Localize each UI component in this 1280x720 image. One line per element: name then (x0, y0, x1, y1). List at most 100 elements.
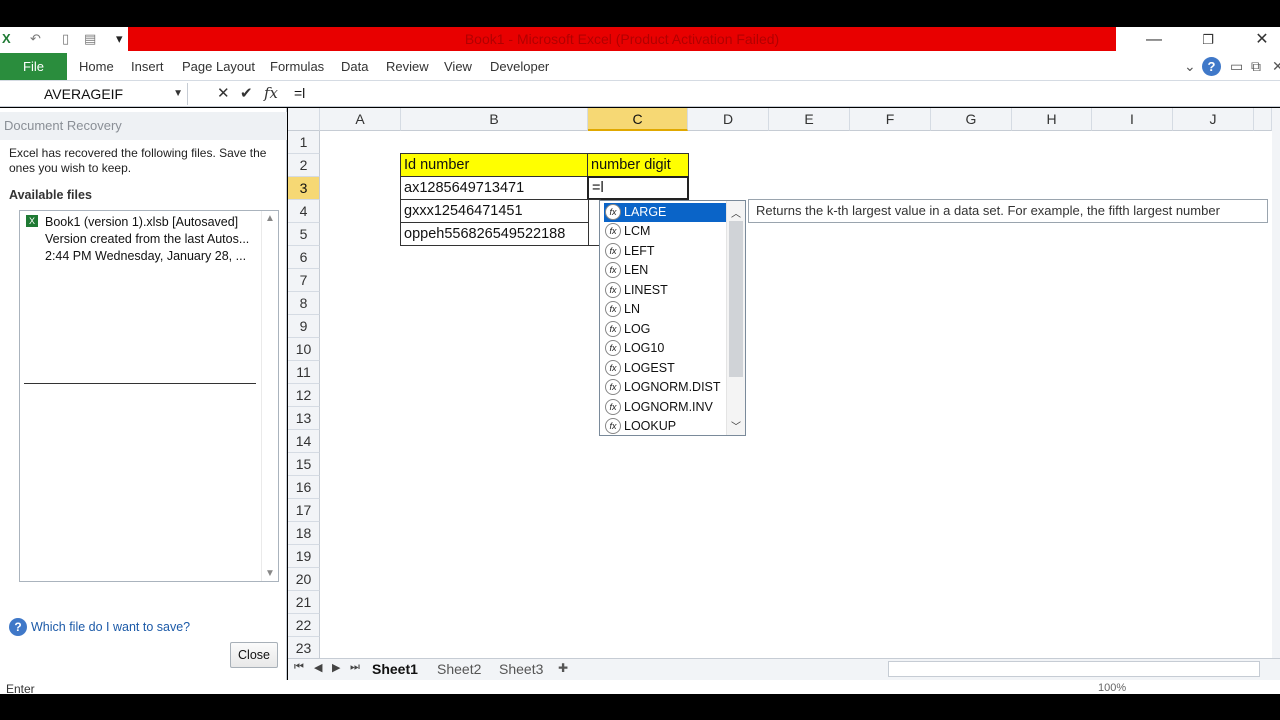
cell-b4[interactable]: gxxx12546471451 (400, 199, 589, 223)
next-sheet-icon[interactable]: ▶ (332, 661, 340, 674)
column-header-b[interactable]: B (401, 108, 588, 131)
row-header[interactable]: 23 (288, 637, 320, 658)
row-header[interactable]: 18 (288, 522, 320, 545)
column-header-i[interactable]: I (1092, 108, 1173, 131)
name-box[interactable]: AVERAGEIF ▼ (2, 83, 188, 105)
row-header[interactable]: 10 (288, 338, 320, 361)
last-sheet-icon[interactable]: ⏭ (350, 661, 360, 674)
tab-home[interactable]: Home (79, 59, 114, 74)
row-header[interactable]: 3 (288, 177, 320, 200)
row-header[interactable]: 12 (288, 384, 320, 407)
sheet-tab-sheet3[interactable]: Sheet3 (499, 661, 543, 677)
first-sheet-icon[interactable]: ⏮ (294, 661, 304, 674)
cancel-icon[interactable]: ✕ (217, 84, 230, 102)
vertical-scrollbar[interactable] (1272, 108, 1280, 658)
file-tab[interactable]: File (0, 53, 67, 80)
list-item[interactable]: fx LOG (604, 320, 726, 339)
chevron-down-icon[interactable]: ▼ (173, 83, 183, 105)
column-header-c[interactable]: C (588, 108, 688, 131)
tab-formulas[interactable]: Formulas (270, 59, 324, 74)
list-item[interactable]: fx LEFT (604, 242, 726, 261)
insert-sheet-icon[interactable]: ✚ (558, 661, 568, 675)
workbook-restore-icon[interactable]: ⧉ (1251, 58, 1261, 75)
list-item[interactable]: fx LCM (604, 222, 726, 241)
list-item[interactable]: fx LOGNORM.DIST (604, 378, 726, 397)
list-item[interactable]: X Book1 (version 1).xlsb [Autosaved] Ver… (26, 214, 258, 265)
row-header[interactable]: 9 (288, 315, 320, 338)
sheet-tab-sheet1[interactable]: Sheet1 (372, 661, 418, 677)
list-item[interactable]: fx LOGEST (604, 359, 726, 378)
tab-page-layout[interactable]: Page Layout (182, 59, 255, 74)
row-header[interactable]: 13 (288, 407, 320, 430)
list-item[interactable]: fx LINEST (604, 281, 726, 300)
row-header[interactable]: 16 (288, 476, 320, 499)
chevron-up-icon[interactable]: ︿ (731, 205, 741, 220)
list-item[interactable]: fx LOG10 (604, 339, 726, 358)
list-item[interactable]: fx LOGNORM.INV (604, 398, 726, 417)
row-header[interactable]: 19 (288, 545, 320, 568)
row-header[interactable]: 17 (288, 499, 320, 522)
minimize-ribbon-icon[interactable]: ⌄ (1184, 58, 1196, 75)
row-header[interactable]: 1 (288, 131, 320, 154)
row-header[interactable]: 11 (288, 361, 320, 384)
row-header[interactable]: 15 (288, 453, 320, 476)
minimize-button[interactable]: — (1134, 29, 1174, 51)
list-item[interactable]: fx LOOKUP (604, 417, 726, 436)
row-header[interactable]: 6 (288, 246, 320, 269)
prev-sheet-icon[interactable]: ◀ (314, 661, 322, 674)
scroll-up-icon[interactable]: ▲ (265, 213, 275, 224)
sheet-tab-sheet2[interactable]: Sheet2 (437, 661, 481, 677)
insert-function-icon[interactable]: fx (264, 84, 278, 102)
enter-check-icon[interactable]: ✔ (240, 84, 253, 102)
scroll-thumb[interactable] (729, 221, 743, 377)
tab-view[interactable]: View (444, 59, 472, 74)
column-header-d[interactable]: D (688, 108, 769, 131)
row-header[interactable]: 8 (288, 292, 320, 315)
column-header-h[interactable]: H (1012, 108, 1092, 131)
select-all-corner[interactable] (288, 108, 320, 131)
new-document-icon[interactable]: ▯ (62, 31, 69, 47)
row-header[interactable]: 4 (288, 200, 320, 223)
row-header[interactable]: 22 (288, 614, 320, 637)
autocomplete-scrollbar[interactable]: ︿ ﹀ (726, 201, 745, 435)
column-header-e[interactable]: E (769, 108, 850, 131)
column-header-g[interactable]: G (931, 108, 1012, 131)
row-header[interactable]: 20 (288, 568, 320, 591)
list-scrollbar[interactable]: ▲ ▼ (261, 211, 278, 581)
spreadsheet-grid[interactable]: A B C D E F G H I J 1 2 3 4 5 6 7 8 9 10… (288, 108, 1272, 658)
scroll-down-icon[interactable]: ▼ (265, 568, 275, 579)
list-item[interactable]: fx LN (604, 300, 726, 319)
cell-b5[interactable]: oppeh556826549522188 (400, 222, 589, 246)
column-header-f[interactable]: F (850, 108, 931, 131)
row-header[interactable]: 2 (288, 154, 320, 177)
close-window-button[interactable]: ✕ (1242, 29, 1280, 51)
function-autocomplete-list[interactable]: fx LARGE fx LCM fx LEFT fx LEN fx LINEST fx LN… (599, 200, 746, 436)
workbook-close-icon[interactable]: ✕ (1272, 58, 1280, 75)
tab-review[interactable]: Review (386, 59, 429, 74)
column-header-j[interactable]: J (1173, 108, 1254, 131)
tab-insert[interactable]: Insert (131, 59, 164, 74)
cell-b3[interactable]: ax1285649713471 (400, 176, 589, 200)
close-button[interactable]: Close (230, 642, 278, 668)
zoom-level[interactable]: 100% (1098, 682, 1126, 694)
cell-c3-active[interactable]: =l (587, 176, 689, 200)
customize-qat-icon[interactable]: ▾ (116, 31, 123, 47)
list-item[interactable]: fx LEN (604, 261, 726, 280)
row-header[interactable]: 5 (288, 223, 320, 246)
help-icon[interactable]: ? (1202, 57, 1221, 76)
row-header[interactable]: 7 (288, 269, 320, 292)
restore-button[interactable]: ❐ (1188, 29, 1228, 51)
tab-data[interactable]: Data (341, 59, 368, 74)
column-header-a[interactable]: A (320, 108, 401, 131)
workbook-minimize-icon[interactable]: ▭ (1230, 58, 1243, 75)
cell-c2[interactable]: number digit (587, 153, 689, 177)
help-link[interactable]: ? Which file do I want to save? (9, 618, 190, 636)
cell-b2[interactable]: Id number (400, 153, 589, 177)
row-header[interactable]: 21 (288, 591, 320, 614)
row-header[interactable]: 14 (288, 430, 320, 453)
tab-developer[interactable]: Developer (490, 59, 549, 74)
chevron-down-icon[interactable]: ﹀ (731, 418, 741, 433)
list-item[interactable]: fx LARGE (604, 203, 726, 222)
column-header-k[interactable] (1254, 108, 1272, 131)
print-icon[interactable]: ▤ (84, 31, 96, 47)
